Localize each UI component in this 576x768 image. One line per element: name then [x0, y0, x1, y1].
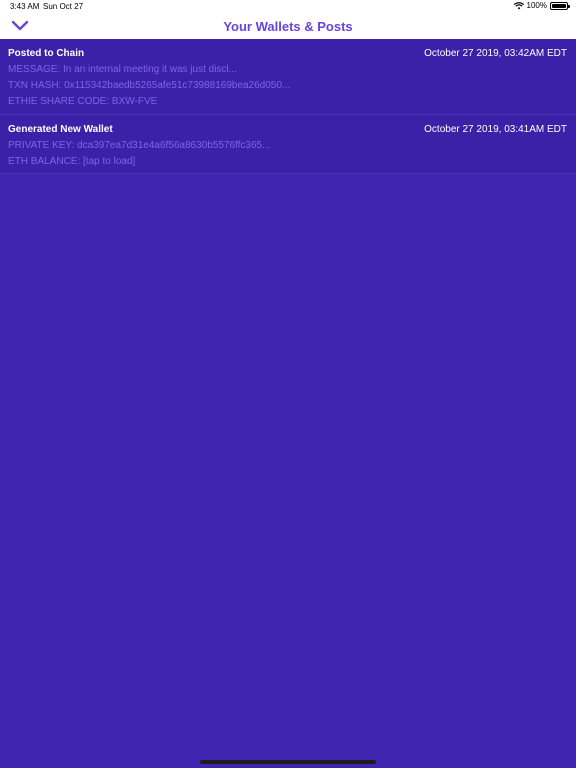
- wallet-post-list: Posted to Chain October 27 2019, 03:42AM…: [0, 39, 576, 174]
- list-item-timestamp: October 27 2019, 03:41AM EDT: [424, 124, 567, 135]
- list-item-timestamp: October 27 2019, 03:42AM EDT: [424, 48, 567, 59]
- home-indicator[interactable]: [200, 760, 376, 764]
- txn-hash-line: TXN HASH: 0x115342baedb5265afe51c7398816…: [8, 80, 291, 91]
- status-time: 3:43 AM: [10, 2, 40, 11]
- page-title: Your Wallets & Posts: [223, 19, 353, 34]
- private-key-line: PRIVATE KEY: dca397ea7d31e4a6f56a8630b55…: [8, 140, 271, 151]
- message-line: MESSAGE: In an internal meeting it was j…: [8, 64, 237, 75]
- list-item[interactable]: Posted to Chain October 27 2019, 03:42AM…: [0, 39, 576, 115]
- list-item[interactable]: Generated New Wallet October 27 2019, 03…: [0, 115, 576, 174]
- share-code-line: ETHIE SHARE CODE: BXW-FVE: [8, 96, 158, 107]
- battery-icon: [550, 1, 570, 10]
- status-date: Sun Oct 27: [43, 2, 84, 11]
- navigation-bar: Your Wallets & Posts: [0, 14, 576, 39]
- list-item-title: Generated New Wallet: [8, 124, 113, 135]
- eth-balance-line[interactable]: ETH BALANCE: [tap to load]: [8, 156, 135, 167]
- battery-percentage: 100%: [526, 1, 547, 10]
- status-indicators: 100%: [513, 1, 570, 10]
- wifi-icon: [513, 1, 524, 9]
- list-item-title: Posted to Chain: [8, 48, 85, 59]
- status-bar: 3:43 AM Sun Oct 27 100%: [0, 0, 576, 14]
